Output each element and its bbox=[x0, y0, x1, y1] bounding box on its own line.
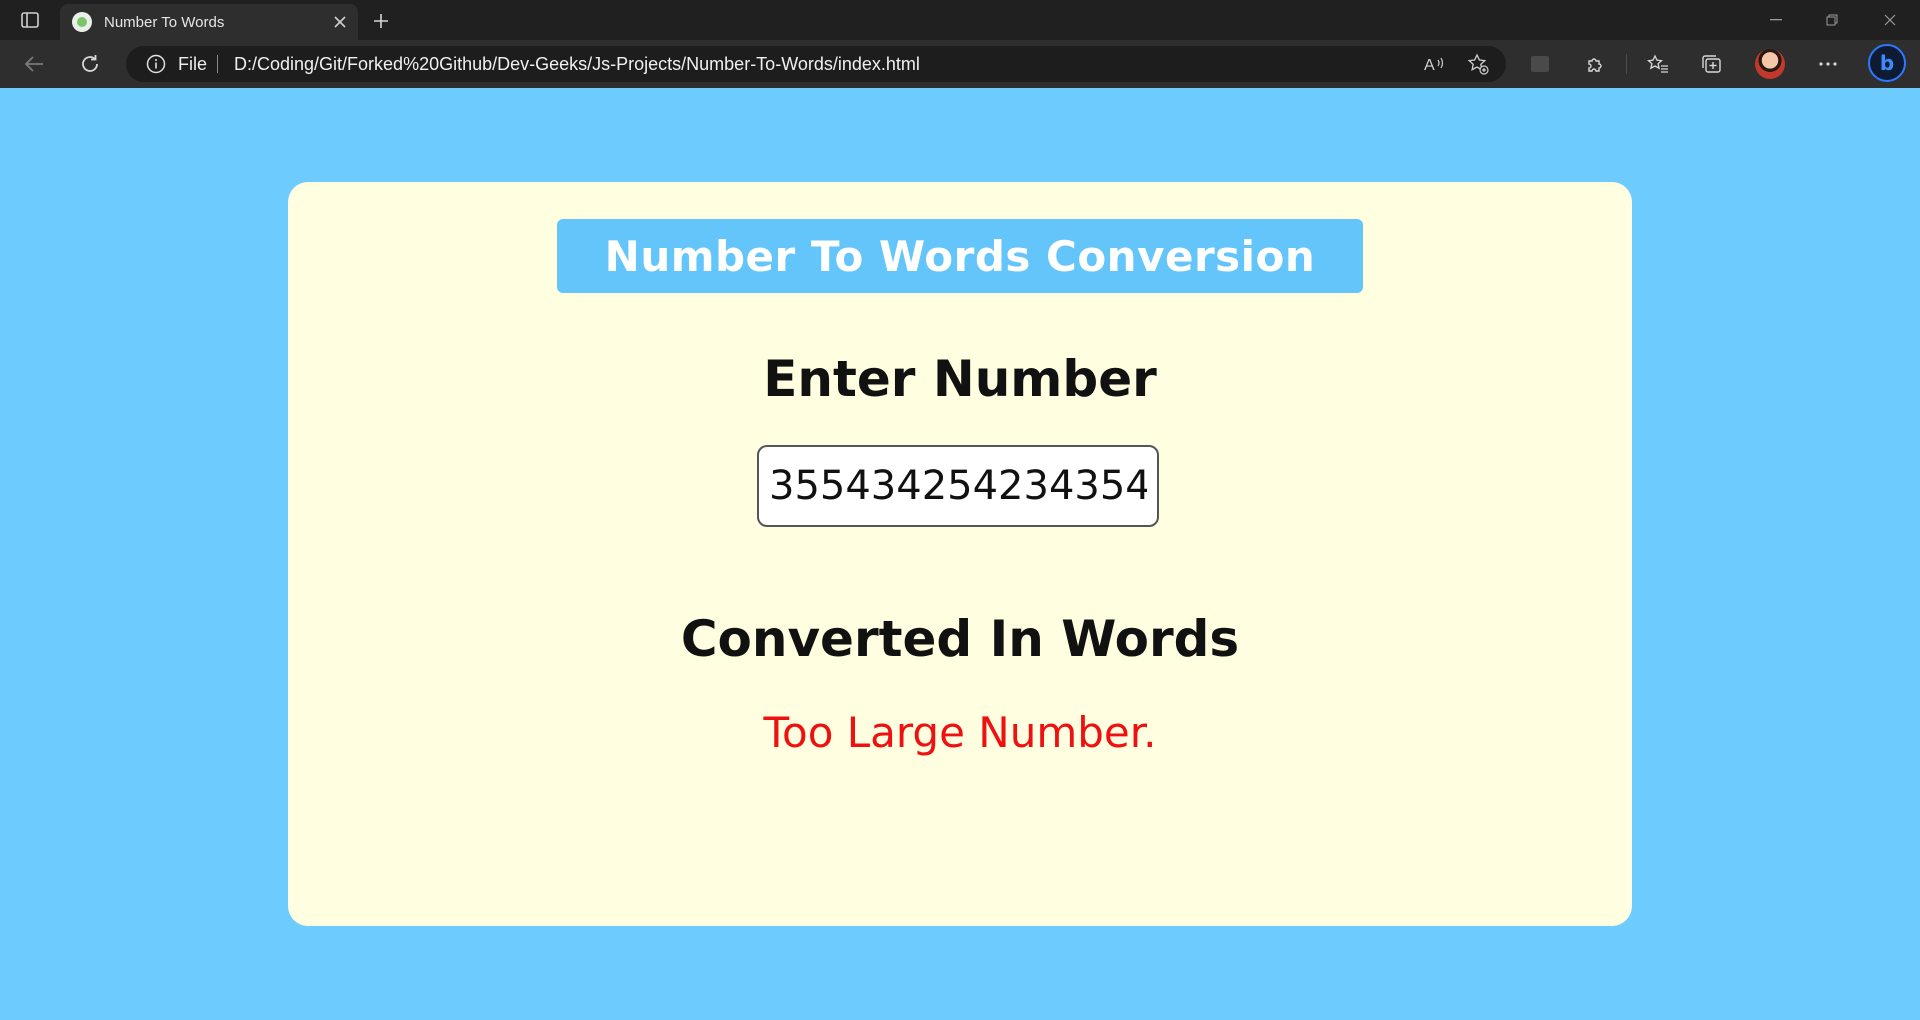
reload-icon[interactable] bbox=[74, 48, 106, 80]
address-url[interactable]: D:/Coding/Git/Forked%20Github/Dev-Geeks/… bbox=[234, 54, 920, 75]
page-title: Number To Words Conversion bbox=[604, 231, 1316, 281]
puzzle-icon[interactable] bbox=[1580, 48, 1612, 80]
header-banner: Number To Words Conversion bbox=[557, 219, 1363, 293]
address-separator bbox=[217, 55, 218, 73]
page-viewport: Number To Words Conversion Enter Number … bbox=[0, 88, 1920, 1020]
tab-actions-icon[interactable] bbox=[14, 8, 46, 32]
bing-icon[interactable]: b bbox=[1868, 44, 1906, 82]
result-text: Too Large Number. bbox=[763, 708, 1157, 757]
avatar[interactable] bbox=[1755, 49, 1785, 79]
favorites-icon[interactable] bbox=[1642, 48, 1674, 80]
more-icon[interactable] bbox=[1812, 48, 1844, 80]
svg-text:A: A bbox=[1424, 57, 1435, 74]
browser-toolbar: File D:/Coding/Git/Forked%20Github/Dev-G… bbox=[0, 40, 1920, 88]
window-close-icon[interactable] bbox=[1862, 0, 1918, 40]
read-aloud-icon[interactable]: A bbox=[1422, 52, 1446, 76]
collections-icon[interactable] bbox=[1696, 48, 1728, 80]
leaf-favicon-icon bbox=[72, 12, 92, 32]
address-scheme: File bbox=[178, 54, 208, 74]
tab-title: Number To Words bbox=[104, 13, 225, 31]
converter-card: Number To Words Conversion Enter Number … bbox=[288, 182, 1632, 926]
toolbar-divider bbox=[1626, 54, 1627, 74]
browser-tab-bar: Number To Words bbox=[0, 0, 1920, 40]
info-icon[interactable] bbox=[146, 54, 166, 74]
address-bar[interactable]: File D:/Coding/Git/Forked%20Github/Dev-G… bbox=[126, 46, 1506, 82]
number-input[interactable] bbox=[757, 445, 1159, 527]
plus-icon[interactable] bbox=[366, 6, 396, 36]
back-arrow-icon[interactable] bbox=[18, 48, 50, 80]
minimize-icon[interactable] bbox=[1748, 0, 1804, 40]
close-icon[interactable] bbox=[326, 8, 354, 36]
sidebar-app-icon[interactable] bbox=[1524, 48, 1556, 80]
input-label: Enter Number bbox=[763, 350, 1157, 408]
browser-tab[interactable]: Number To Words bbox=[60, 4, 358, 40]
star-add-icon[interactable] bbox=[1466, 52, 1490, 76]
restore-icon[interactable] bbox=[1804, 0, 1860, 40]
output-label: Converted In Words bbox=[680, 610, 1240, 668]
